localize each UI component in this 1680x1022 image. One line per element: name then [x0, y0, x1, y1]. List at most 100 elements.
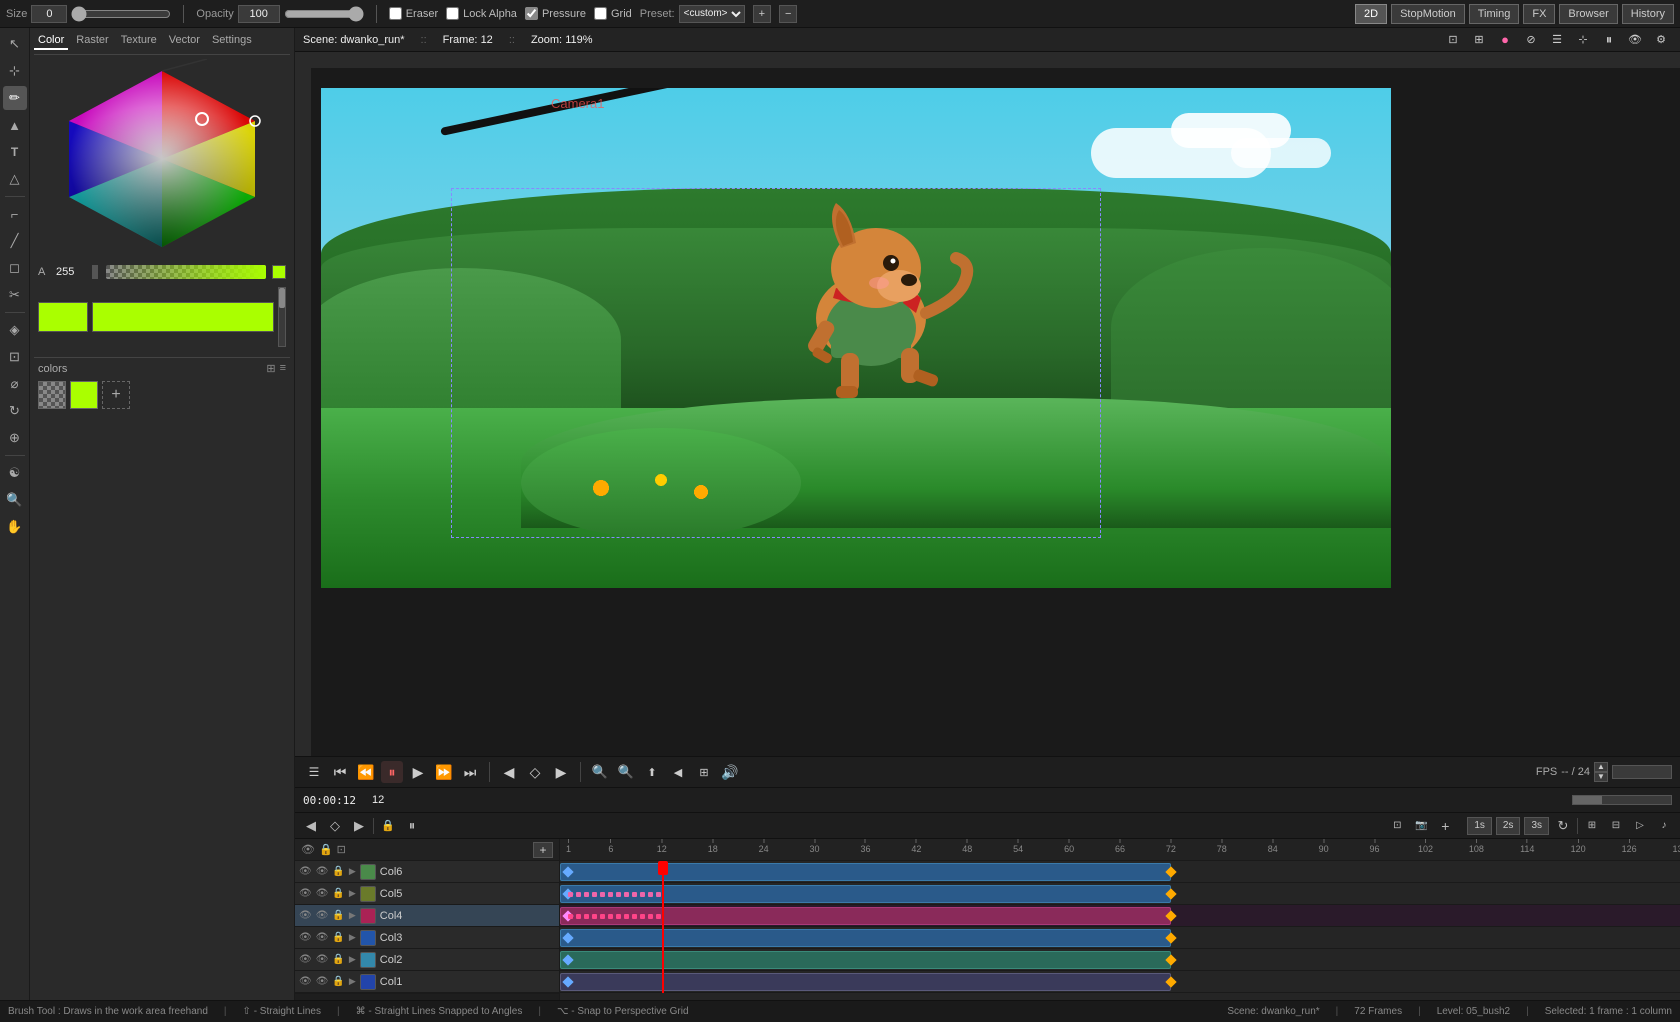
tl-refresh-btn[interactable]: ↻ [1553, 816, 1573, 836]
track-col6[interactable] [560, 861, 1680, 883]
ruler-tool-btn[interactable]: ⌐ [3, 202, 27, 226]
zoom-in-btn[interactable]: 🔍 [615, 761, 637, 783]
warp-tool-btn[interactable]: ⌀ [3, 372, 27, 396]
tab-texture[interactable]: Texture [117, 32, 161, 50]
color-wheel-container[interactable] [37, 59, 287, 259]
settings-canvas-btn[interactable]: ⚙ [1650, 29, 1672, 51]
magnet-tool-btn[interactable]: ☯ [3, 461, 27, 485]
brush-tool-btn[interactable]: ✏ [3, 86, 27, 110]
canvas-btn-4[interactable]: ⊘ [1520, 29, 1542, 51]
canvas-btn-5[interactable]: ☰ [1546, 29, 1568, 51]
pause-btn[interactable]: ⏸ [381, 761, 403, 783]
layer-row-col2[interactable]: 👁 👁 🔒 ▶ Col2 [295, 949, 559, 971]
canvas-btn-6[interactable]: ⊹ [1572, 29, 1594, 51]
diamond-btn[interactable]: ◇ [524, 761, 546, 783]
preset-add-btn[interactable]: + [753, 5, 771, 23]
tl-pause-btn[interactable]: ⏸ [402, 816, 422, 836]
size-input[interactable] [31, 5, 67, 23]
timeline-frames[interactable]: 1612182430364248546066727884909610210811… [560, 839, 1680, 1022]
colors-grid-icon[interactable]: ⊞ [266, 362, 275, 375]
playhead[interactable] [662, 861, 664, 993]
tl-export-btn[interactable]: ⊟ [1606, 816, 1626, 836]
tl-lock-btn[interactable]: 🔒 [378, 816, 398, 836]
tl-plus-btn[interactable]: + [1435, 816, 1455, 836]
fit-btn[interactable]: ⬆ [641, 761, 663, 783]
tab-raster[interactable]: Raster [72, 32, 112, 50]
scissor-tool-btn[interactable]: ✂ [3, 283, 27, 307]
layer-eye-col6[interactable]: 👁 [299, 866, 312, 877]
layer-eye-col3[interactable]: 👁 [299, 932, 312, 943]
prev-keyframe-btn[interactable]: ◀ [498, 761, 520, 783]
opacity-slider[interactable] [284, 7, 364, 21]
swatch-green[interactable] [70, 381, 98, 409]
tab-settings[interactable]: Settings [208, 32, 256, 50]
tl-import-btn[interactable]: ⊞ [1582, 816, 1602, 836]
layer-expand-col4[interactable]: ▶ [349, 910, 356, 921]
fps-up-btn[interactable]: ▲ [1594, 762, 1608, 772]
fps-stepper[interactable]: ▲ ▼ [1594, 762, 1608, 782]
layer-eye2-col2[interactable]: 👁 [316, 954, 329, 965]
layer-eye-col1[interactable]: 👁 [299, 976, 312, 987]
sound-btn[interactable]: 🔊 [719, 761, 741, 783]
mode-stopmotion-btn[interactable]: StopMotion [1391, 4, 1465, 24]
preset-dropdown[interactable]: <custom> [679, 5, 745, 23]
layer-expand-col5[interactable]: ▶ [349, 888, 356, 899]
pause-canvas-btn[interactable]: ⏸ [1598, 29, 1620, 51]
eye-canvas-btn[interactable]: 👁 [1624, 29, 1646, 51]
grid-toggle[interactable]: Grid [594, 7, 632, 20]
tl-3s-btn[interactable]: 3s [1524, 817, 1549, 835]
canvas-btn-3[interactable]: ● [1494, 29, 1516, 51]
go-to-start-btn[interactable]: ⏮ [329, 761, 351, 783]
grid-canvas-btn[interactable]: ⊞ [693, 761, 715, 783]
bucket-tool-btn[interactable]: ⊡ [3, 345, 27, 369]
colors-menu-icon[interactable]: ≡ [280, 362, 286, 375]
layer-eye-col2[interactable]: 👁 [299, 954, 312, 965]
layer-eye-col5[interactable]: 👁 [299, 888, 312, 899]
layer-eye-col4[interactable]: 👁 [299, 910, 312, 921]
canvas-area[interactable]: px [295, 52, 1680, 756]
layer-eye2-col1[interactable]: 👁 [316, 976, 329, 987]
swatch-transparent[interactable] [38, 381, 66, 409]
go-to-end-btn[interactable]: ⏭ [459, 761, 481, 783]
layer-row-col3[interactable]: 👁 👁 🔒 ▶ Col3 [295, 927, 559, 949]
pan-tool-btn[interactable]: ✋ [3, 515, 27, 539]
swatch-add-btn[interactable]: + [102, 381, 130, 409]
layer-row-col1[interactable]: 👁 👁 🔒 ▶ Col1 [295, 971, 559, 993]
tl-sound-tl-btn[interactable]: ♪ [1654, 816, 1674, 836]
track-col1[interactable] [560, 971, 1680, 993]
play-btn[interactable]: ▶ [407, 761, 429, 783]
flip-btn[interactable]: ◀ [667, 761, 689, 783]
eraser-toggle[interactable]: Eraser [389, 7, 438, 20]
fps-down-btn[interactable]: ▼ [1594, 772, 1608, 782]
layer-expand-col6[interactable]: ▶ [349, 866, 356, 877]
layer-eye2-col3[interactable]: 👁 [316, 932, 329, 943]
mode-fx-btn[interactable]: FX [1523, 4, 1555, 24]
zoom-out-btn[interactable]: 🔍 [589, 761, 611, 783]
tl-2s-btn[interactable]: 2s [1496, 817, 1521, 835]
text-tool-btn[interactable]: T [3, 140, 27, 164]
lock-alpha-toggle[interactable]: Lock Alpha [446, 7, 517, 20]
layer-row-col6[interactable]: 👁 👁 🔒 ▶ Col6 [295, 861, 559, 883]
alpha-slider[interactable] [106, 265, 266, 279]
layer-eye2-col5[interactable]: 👁 [316, 888, 329, 899]
timecode-scrubber[interactable] [1572, 795, 1672, 805]
color-big-swatch[interactable] [92, 302, 274, 332]
prev-frame-btn[interactable]: ⏪ [355, 761, 377, 783]
layer-expand-col3[interactable]: ▶ [349, 932, 356, 943]
layer-row-col5[interactable]: 👁 👁 🔒 ▶ Col5 [295, 883, 559, 905]
canvas-btn-2[interactable]: ⊞ [1468, 29, 1490, 51]
tl-scene-btn[interactable]: ⊡ [1387, 816, 1407, 836]
color-wheel-svg[interactable] [37, 59, 287, 259]
tl-camera-btn[interactable]: 📷 [1411, 816, 1431, 836]
transform-tool-btn[interactable]: ⊹ [3, 59, 27, 83]
hamburger-btn[interactable]: ☰ [303, 761, 325, 783]
layer-lock-col5[interactable]: 🔒 [332, 888, 344, 899]
bender-tool-btn[interactable]: ↻ [3, 399, 27, 423]
opacity-input[interactable] [238, 5, 280, 23]
fill-tool-btn[interactable]: ▲ [3, 113, 27, 137]
layer-eye2-col6[interactable]: 👁 [316, 866, 329, 877]
puppet-tool-btn[interactable]: ⊕ [3, 426, 27, 450]
track-col5[interactable] [560, 883, 1680, 905]
tl-diamond-btn[interactable]: ◇ [325, 816, 345, 836]
next-frame-btn[interactable]: ⏩ [433, 761, 455, 783]
